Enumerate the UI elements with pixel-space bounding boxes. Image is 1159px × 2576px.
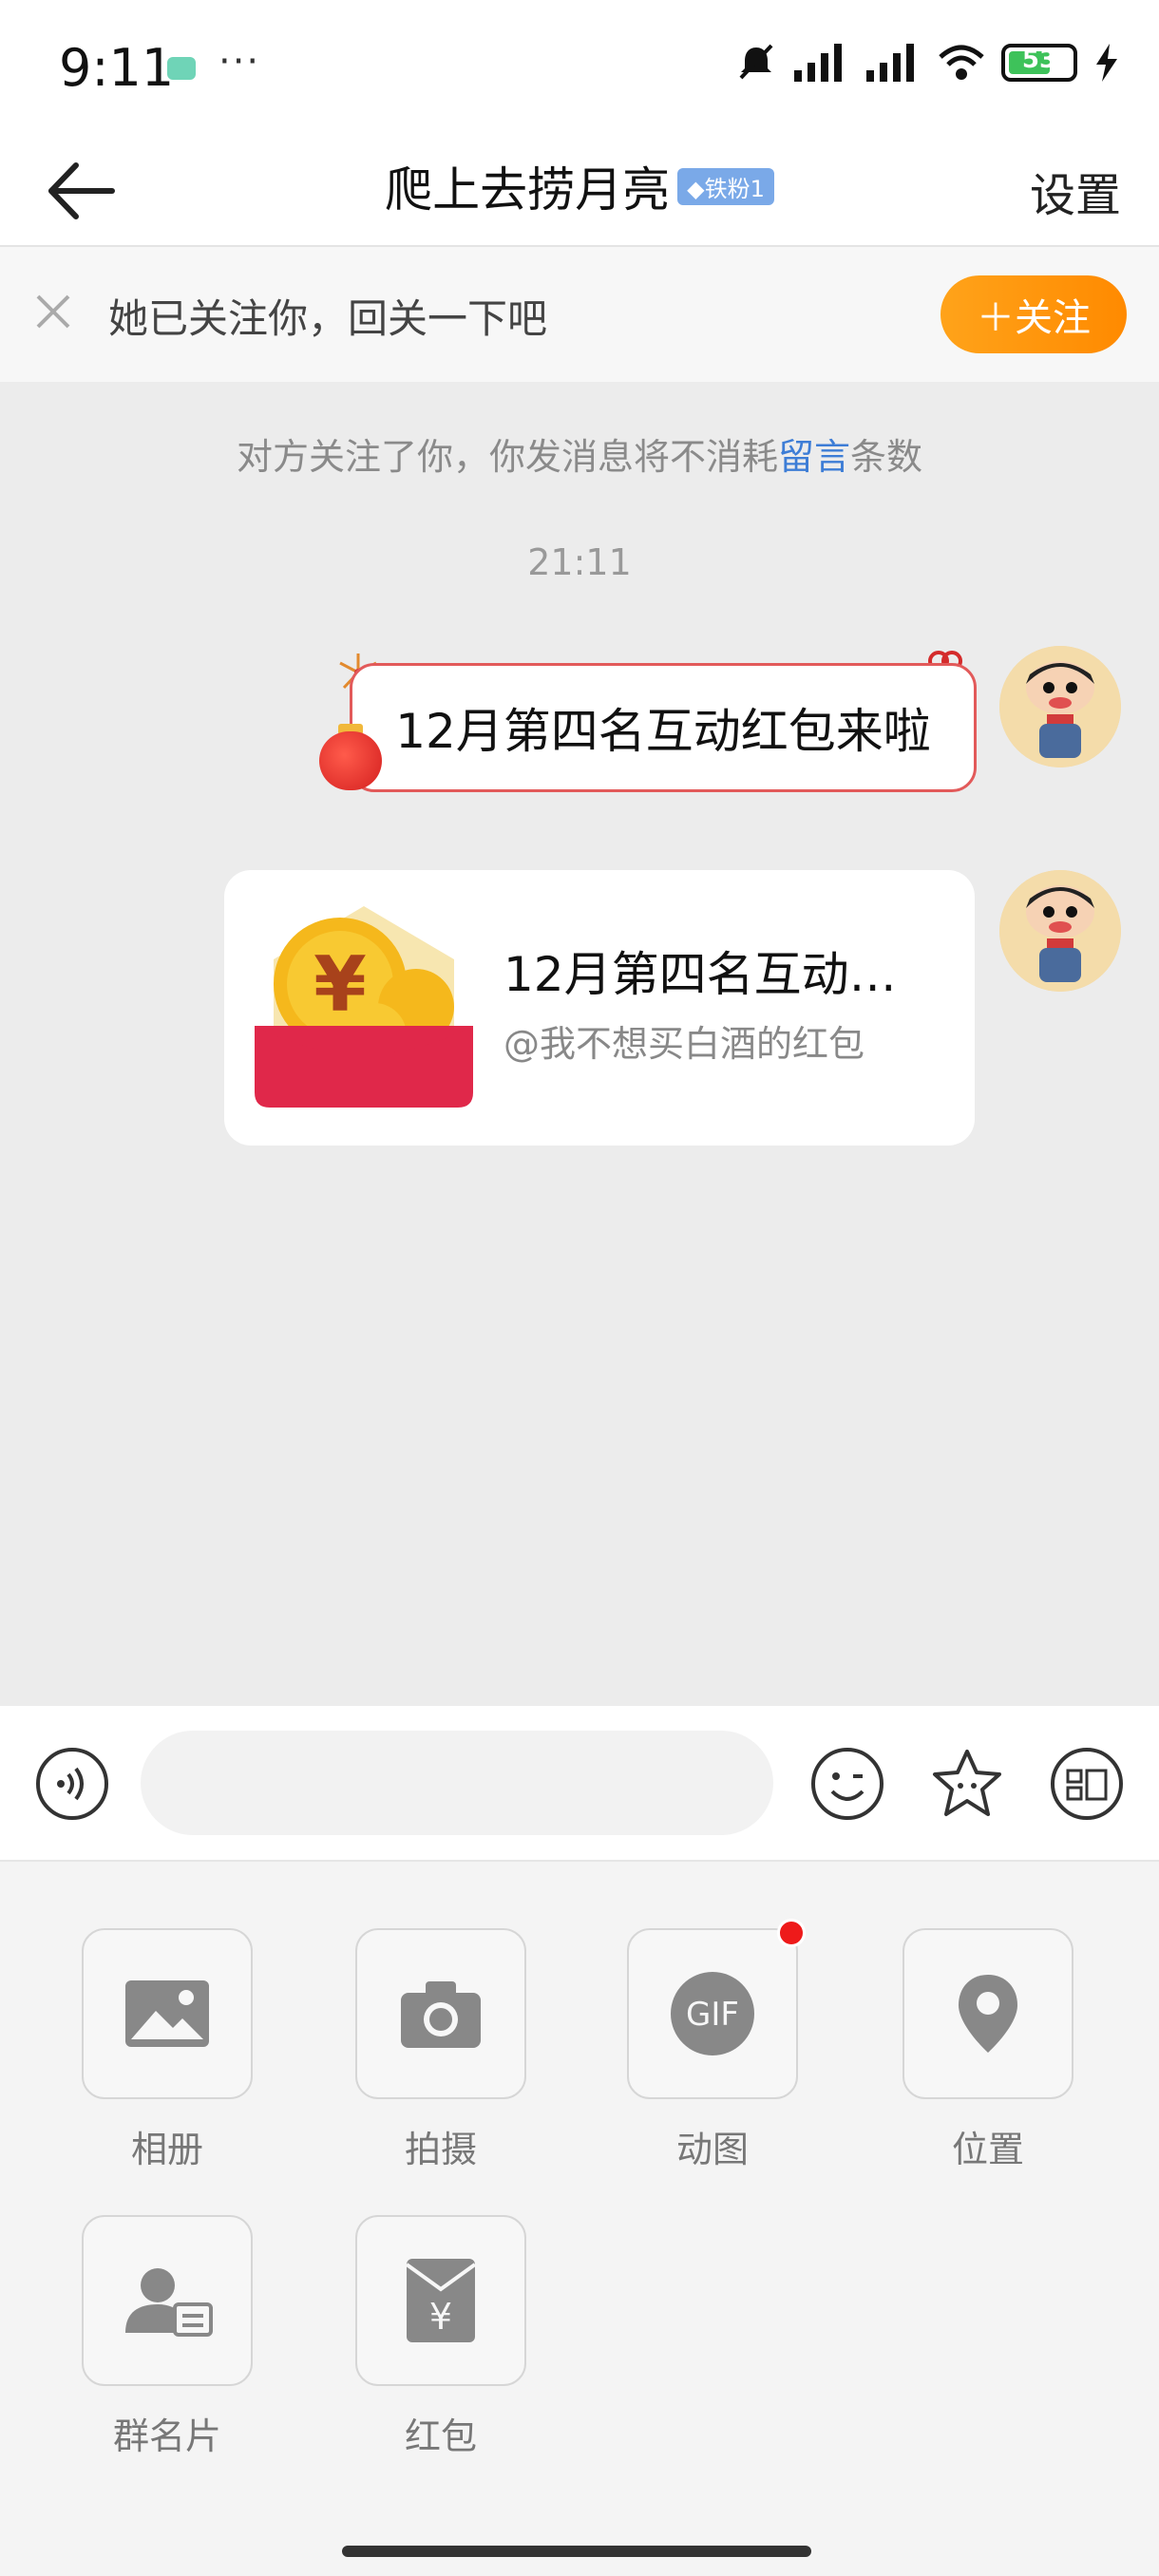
red-packet-subtitle: @我不想买白酒的红包 [504, 1023, 865, 1065]
panel-item-box[interactable]: ¥ [355, 2215, 526, 2386]
panel-item-box[interactable]: GIF [627, 1919, 806, 2099]
camera-icon [401, 1981, 481, 2048]
svg-text:GIF: GIF [686, 1996, 739, 2034]
follow-button[interactable]: ＋关注 [940, 275, 1127, 353]
notice-link[interactable]: 留言 [778, 436, 850, 478]
sticker-star-icon [933, 1750, 1001, 1816]
more-panel-button[interactable] [1049, 1746, 1125, 1822]
diamond-icon: ◆ [687, 175, 705, 202]
image-icon [125, 1980, 209, 2047]
panel-item-group-card[interactable]: 群名片 [82, 2215, 253, 2459]
red-packet-icon: ¥ [405, 2259, 477, 2342]
close-icon [36, 294, 70, 329]
svg-text:¥: ¥ [429, 2296, 452, 2338]
voice-icon [36, 1748, 108, 1820]
nav-title-wrap: 爬上去捞月亮 ◆铁粉1 [0, 152, 1159, 220]
signal-icon-2 [866, 44, 914, 82]
panel-item-location[interactable]: 位置 [902, 1928, 1074, 2172]
panel-item-red-packet[interactable]: ¥ 红包 [355, 2215, 526, 2459]
group-card-icon [125, 2268, 213, 2337]
panel-item-box[interactable] [82, 2215, 253, 2386]
lantern-icon [319, 731, 382, 790]
home-indicator[interactable] [342, 2546, 811, 2557]
input-bar [0, 1706, 1159, 1862]
sticker-button[interactable] [929, 1746, 1005, 1822]
avatar[interactable] [999, 870, 1121, 992]
attachment-panel: 相册 拍摄 GIF 动图 位置 群名片 ¥ 红包 [0, 1862, 1159, 2527]
status-more: ··· [218, 40, 261, 84]
cartoon-avatar-icon [999, 646, 1121, 767]
charging-icon [1096, 44, 1117, 82]
location-icon [959, 1975, 1017, 2053]
panel-item-label: 拍摄 [404, 2129, 477, 2170]
voice-button[interactable] [34, 1746, 110, 1822]
panel-item-label: 位置 [951, 2129, 1024, 2170]
settings-button[interactable]: 设置 [1030, 158, 1121, 224]
battery-level: 53 [1021, 46, 1057, 74]
fan-badge: ◆铁粉1 [677, 167, 774, 205]
nav-bar: 爬上去捞月亮 ◆铁粉1 设置 [0, 133, 1159, 247]
wifi-icon [939, 45, 984, 80]
panel-item-label: 动图 [675, 2129, 749, 2170]
signal-icon [794, 44, 842, 82]
red-packet-card[interactable]: ¥ 12月第四名互动红包来啦 @我不想买白酒的红包 [224, 870, 975, 1146]
panel-item-box[interactable] [82, 1928, 253, 2099]
panel-item-box[interactable] [355, 1928, 526, 2099]
panel-item-album[interactable]: 相册 [82, 1928, 253, 2172]
status-time: 9:11 [59, 38, 175, 98]
panel-item-box[interactable] [902, 1928, 1074, 2099]
notification-icon [167, 57, 196, 80]
banner-text: 她已关注你，回关一下吧 [108, 295, 548, 342]
message-bubble[interactable]: 12月第四名互动红包来啦 [350, 663, 977, 792]
avatar[interactable] [999, 646, 1121, 767]
gif-icon: GIF [671, 1972, 754, 2055]
new-badge-dot [777, 1919, 806, 1947]
panel-item-gif[interactable]: GIF 动图 [627, 1919, 806, 2172]
status-icons: 53 [735, 42, 1121, 84]
panel-item-label: 相册 [130, 2129, 203, 2170]
page-title[interactable]: 爬上去捞月亮 [385, 162, 670, 218]
emoji-icon [811, 1748, 884, 1820]
notice-prefix: 对方关注了你，你发消息将不消耗 [236, 436, 778, 478]
red-packet-image: ¥ [255, 893, 473, 1111]
panel-item-camera[interactable]: 拍摄 [355, 1928, 526, 2172]
close-banner-button[interactable] [27, 285, 80, 338]
emoji-button[interactable] [809, 1746, 885, 1822]
chat-notice: 对方关注了你，你发消息将不消耗留言条数 [0, 427, 1159, 480]
follow-banner: 她已关注你，回关一下吧 ＋关注 [0, 247, 1159, 382]
panel-item-label: 红包 [404, 2415, 477, 2457]
apps-icon [1051, 1748, 1123, 1820]
battery-icon: 53 [1001, 44, 1077, 82]
mute-icon [739, 44, 773, 80]
message-timestamp: 21:11 [527, 541, 632, 583]
cartoon-avatar-icon [999, 870, 1121, 992]
notice-suffix: 条数 [850, 436, 923, 478]
fan-badge-label: 铁粉1 [704, 175, 765, 202]
panel-item-label: 群名片 [112, 2415, 221, 2457]
message-input[interactable] [141, 1731, 773, 1835]
red-packet-title: 12月第四名互动红包来啦 [504, 947, 940, 1002]
status-bar: 9:11 ··· 53 [0, 0, 1159, 133]
